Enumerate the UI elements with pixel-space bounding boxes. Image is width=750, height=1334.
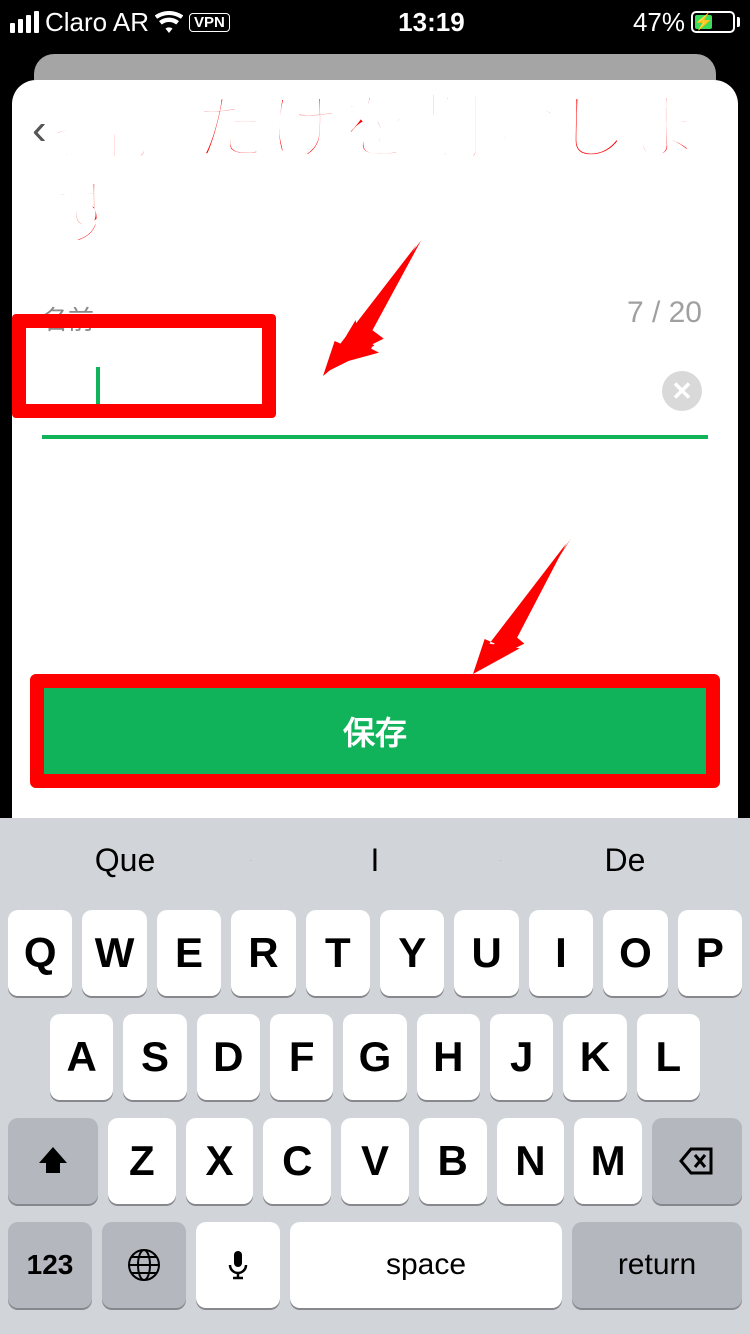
keyboard-key-b[interactable]: B: [419, 1118, 487, 1204]
keyboard-key-r[interactable]: R: [231, 910, 295, 996]
keyboard-key-o[interactable]: O: [603, 910, 667, 996]
vpn-indicator: VPN: [189, 13, 230, 32]
keyboard-globe-button[interactable]: [102, 1222, 186, 1308]
keyboard-key-s[interactable]: S: [123, 1014, 186, 1100]
keyboard-key-u[interactable]: U: [454, 910, 518, 996]
keyboard-key-x[interactable]: X: [186, 1118, 254, 1204]
suggestion-item[interactable]: Que: [0, 842, 250, 879]
back-icon[interactable]: ‹: [32, 108, 47, 152]
keyboard-key-e[interactable]: E: [157, 910, 221, 996]
keyboard-key-t[interactable]: T: [306, 910, 370, 996]
suggestion-item[interactable]: De: [500, 842, 750, 879]
keyboard-return-key[interactable]: return: [572, 1222, 742, 1308]
keyboard-key-h[interactable]: H: [417, 1014, 480, 1100]
microphone-icon: [220, 1247, 256, 1283]
keyboard-key-m[interactable]: M: [574, 1118, 642, 1204]
annotation-arrow-icon: [462, 534, 582, 679]
keyboard-key-f[interactable]: F: [270, 1014, 333, 1100]
keyboard-space-key[interactable]: space: [290, 1222, 562, 1308]
save-button[interactable]: 保存: [44, 686, 706, 776]
suggestion-item[interactable]: I: [250, 842, 500, 879]
name-input[interactable]: [42, 347, 662, 435]
keyboard-key-n[interactable]: N: [497, 1118, 565, 1204]
clock: 13:19: [398, 7, 465, 38]
status-bar: Claro AR VPN 13:19 47% ⚡: [0, 0, 750, 44]
keyboard-key-k[interactable]: K: [563, 1014, 626, 1100]
keyboard-shift-key[interactable]: [8, 1118, 98, 1204]
keyboard-key-y[interactable]: Y: [380, 910, 444, 996]
keyboard-mode-button[interactable]: 123: [8, 1222, 92, 1308]
keyboard: Que I De QWERTYUIOP ASDFGHJKL ZXCVBNM 12…: [0, 818, 750, 1334]
keyboard-key-l[interactable]: L: [637, 1014, 700, 1100]
keyboard-key-p[interactable]: P: [678, 910, 742, 996]
keyboard-delete-key[interactable]: [652, 1118, 742, 1204]
suggestion-bar: Que I De: [0, 818, 750, 902]
char-counter: 7 / 20: [627, 296, 702, 330]
keyboard-mic-button[interactable]: [196, 1222, 280, 1308]
keyboard-key-z[interactable]: Z: [108, 1118, 176, 1204]
backspace-icon: [679, 1143, 715, 1179]
keyboard-key-j[interactable]: J: [490, 1014, 553, 1100]
carrier-label: Claro AR: [45, 7, 149, 38]
sheet-backdrop: [0, 44, 750, 80]
text-cursor: [96, 367, 100, 413]
status-left: Claro AR VPN: [10, 7, 230, 38]
name-label: 名前: [42, 300, 708, 337]
clear-input-button[interactable]: ✕: [662, 371, 702, 411]
status-right: 47% ⚡: [633, 7, 740, 38]
keyboard-key-d[interactable]: D: [197, 1014, 260, 1100]
battery-icon: ⚡: [691, 11, 740, 33]
keyboard-key-c[interactable]: C: [263, 1118, 331, 1204]
name-field-section: 名前 7 / 20 ✕: [12, 300, 738, 439]
shift-icon: [35, 1143, 71, 1179]
battery-percent-label: 47%: [633, 7, 685, 38]
globe-icon: [126, 1247, 162, 1283]
keyboard-key-g[interactable]: G: [343, 1014, 406, 1100]
cellular-signal-icon: [10, 11, 39, 33]
modal-sheet: ‹ 括弧だけを削除します 名前 7 / 20 ✕ 保存: [12, 80, 738, 818]
keyboard-key-w[interactable]: W: [82, 910, 146, 996]
wifi-icon: [155, 11, 183, 33]
keyboard-key-i[interactable]: I: [529, 910, 593, 996]
name-field-row: ✕: [42, 347, 708, 439]
keyboard-key-v[interactable]: V: [341, 1118, 409, 1204]
keyboard-key-q[interactable]: Q: [8, 910, 72, 996]
nav-bar: ‹: [12, 80, 738, 180]
keyboard-key-a[interactable]: A: [50, 1014, 113, 1100]
close-icon: ✕: [671, 376, 693, 407]
